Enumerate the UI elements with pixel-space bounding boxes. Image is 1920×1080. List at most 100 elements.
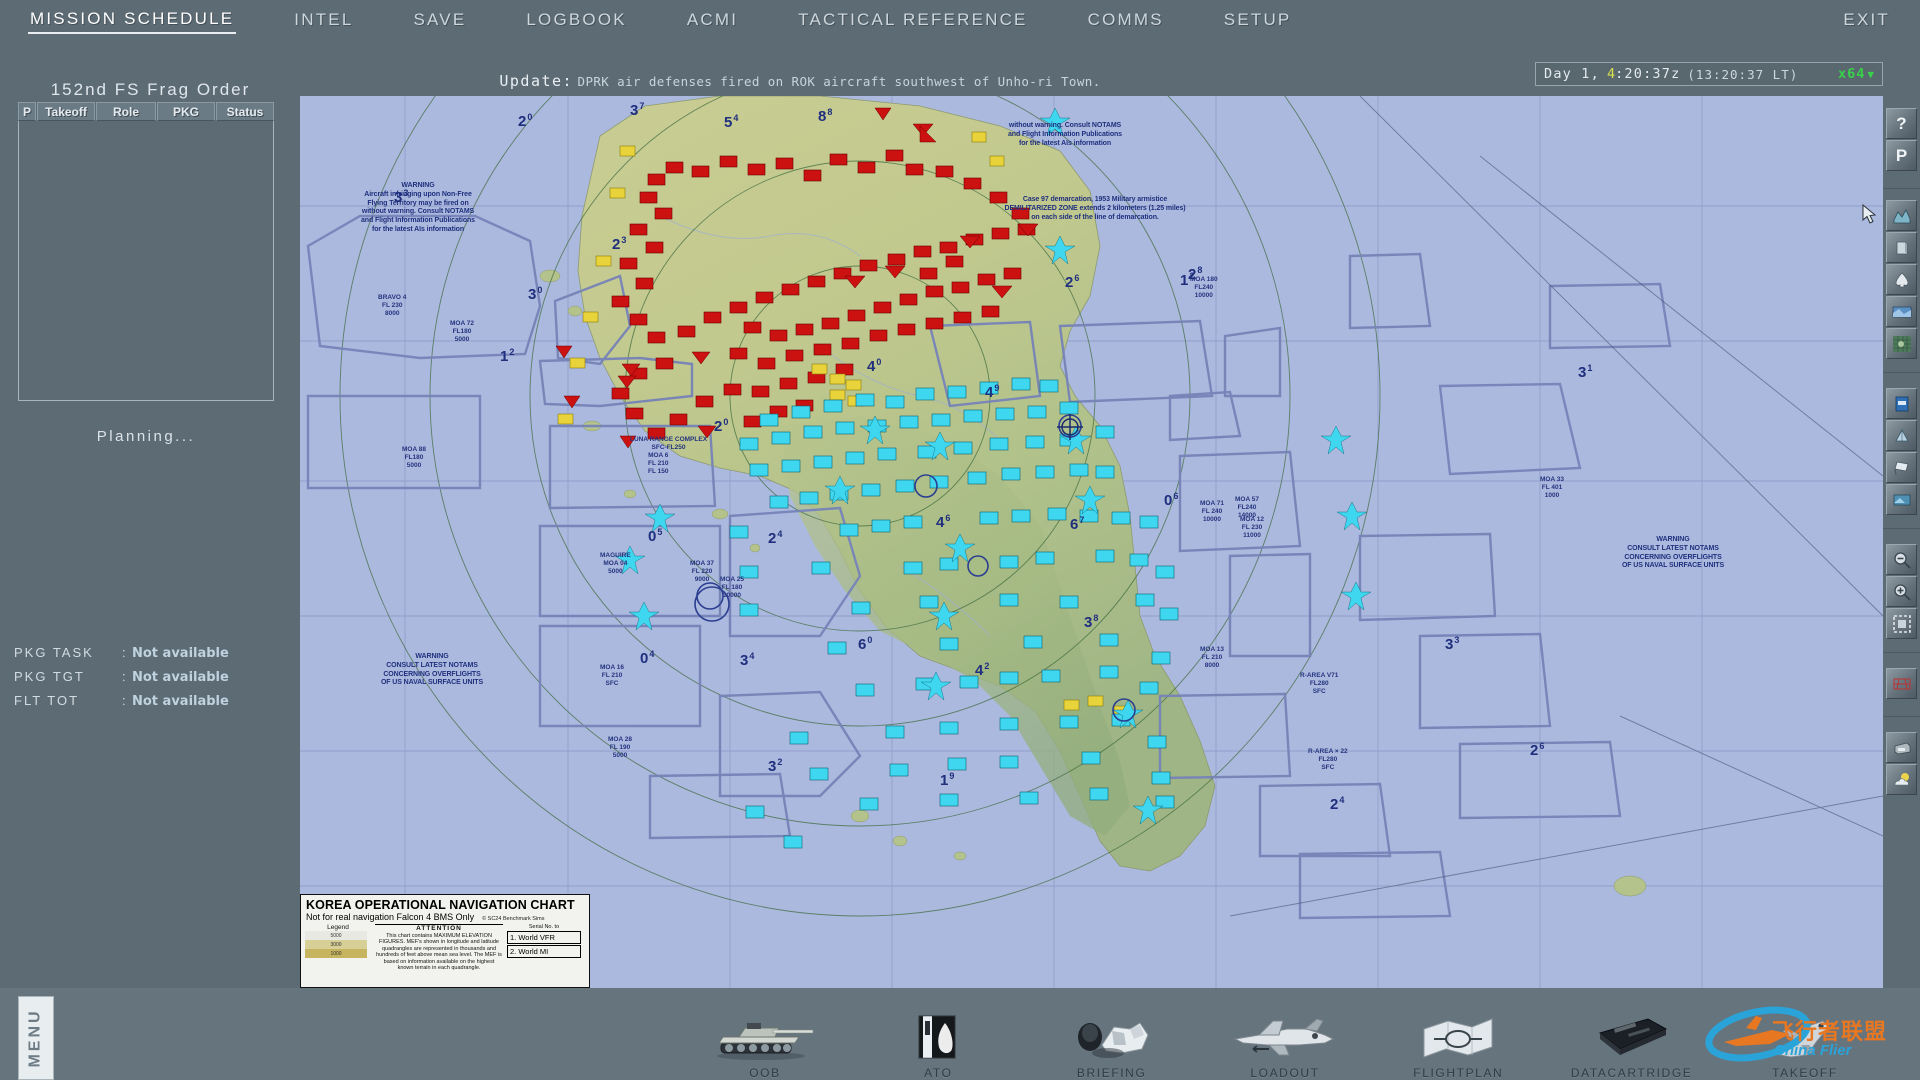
menu-exit[interactable]: EXIT [1841, 7, 1892, 33]
menu-comms[interactable]: COMMS [1086, 7, 1166, 33]
mef-thousands: 3 [1084, 614, 1093, 631]
ground-units-icon[interactable] [1886, 232, 1917, 263]
mef-thousands: 3 [630, 102, 639, 119]
threat-circles-icon[interactable] [1886, 420, 1917, 451]
elevation-swatch-5000: 5000 [305, 931, 367, 940]
menu-mission-schedule[interactable]: MISSION SCHEDULE [28, 6, 237, 34]
mef-label: 04 [640, 650, 654, 667]
jet-loadout-icon [1229, 1009, 1341, 1061]
weather-icon[interactable] [1886, 764, 1917, 795]
pause-icon[interactable]: P [1886, 140, 1917, 171]
top-menu-bar: MISSION SCHEDULE INTEL SAVE LOGBOOK ACMI… [0, 0, 1920, 40]
menu-acmi[interactable]: ACMI [685, 7, 740, 33]
mef-thousands: 4 [985, 384, 994, 401]
pkg-task-row: PKG TASK : Not available [14, 645, 294, 669]
column-header-takeoff[interactable]: Takeoff [37, 102, 95, 121]
oob-button[interactable]: OOB [690, 1009, 840, 1080]
column-header-status[interactable]: Status [216, 102, 274, 121]
mef-hundreds: 0 [876, 357, 882, 367]
mef-hundreds: 2 [984, 661, 990, 671]
menu-tactical-reference[interactable]: TACTICAL REFERENCE [796, 7, 1029, 33]
chevron-down-icon[interactable]: ▼ [1867, 68, 1874, 81]
menu-intel[interactable]: INTEL [292, 7, 355, 33]
menu-save[interactable]: SAVE [411, 7, 468, 33]
loadout-button[interactable]: LOADOUT [1210, 1009, 1360, 1080]
briefing-button[interactable]: BRIEFING [1037, 1009, 1187, 1080]
mef-label: 31 [1578, 364, 1592, 381]
chart-legend-card: KOREA OPERATIONAL NAVIGATION CHART Not f… [300, 894, 590, 988]
chart-attention-text: This chart contains MAXIMUM ELEVATION FI… [376, 932, 502, 972]
mef-label: 26 [1065, 274, 1079, 291]
zoom-out-icon[interactable] [1886, 544, 1917, 575]
pkg-task-label: PKG TASK [14, 645, 94, 660]
chart-serial-item-2[interactable]: 2. World MI [507, 945, 581, 958]
map-warning-note-2: without warning. Consult NOTAMS and Flig… [1008, 122, 1122, 147]
airspace-label: LUNA RANGE COMPLEX SFC-FL250 [630, 436, 708, 452]
mef-hundreds: 9 [949, 771, 955, 781]
mef-label: 20 [714, 418, 728, 435]
mef-thousands: 6 [858, 636, 867, 653]
flt-tot-value: Not available [132, 694, 229, 709]
airspace-label: MOA 16 FL 210 SFC [600, 664, 624, 688]
mef-hundreds: 0 [527, 112, 533, 122]
column-header-role[interactable]: Role [96, 102, 156, 121]
chart-legend-subtitle: Not for real navigation Falcon 4 BMS Onl… [306, 912, 475, 922]
zoom-in-icon[interactable] [1886, 576, 1917, 607]
printer-icon[interactable] [1886, 732, 1917, 763]
campaign-clock[interactable]: Day 1, 4 :20:37z (13:20:37 LT) x64 ▼ [1535, 62, 1883, 86]
briefing-label: BRIEFING [1076, 1066, 1147, 1080]
frag-order-list[interactable] [18, 121, 274, 401]
mef-hundreds: 6 [1173, 491, 1179, 501]
help-icon[interactable]: ? [1886, 108, 1917, 139]
mef-label: 46 [936, 514, 950, 531]
elevation-swatch-3000: 3000 [305, 940, 367, 949]
navaids-icon[interactable] [1886, 296, 1917, 327]
waypoint-flag-icon[interactable] [1886, 452, 1917, 483]
fit-view-icon[interactable] [1886, 608, 1917, 639]
mef-label: 12 [500, 347, 515, 365]
menu-tab-button[interactable]: MENU [18, 996, 54, 1080]
menu-setup[interactable]: SETUP [1222, 7, 1294, 33]
clock-local-time: (13:20:37 LT) [1687, 66, 1799, 82]
menu-logbook[interactable]: LOGBOOK [524, 7, 628, 33]
mef-label: 34 [740, 652, 754, 669]
column-header-pkg[interactable]: PKG [157, 102, 215, 121]
flightplan-button[interactable]: FLIGHTPLAN [1383, 1009, 1533, 1080]
chart-attention-title: ATTENTION [375, 924, 503, 933]
column-header-p[interactable]: P [18, 102, 36, 121]
mef-hundreds: 7 [1079, 515, 1085, 525]
mef-label: 42 [975, 661, 990, 679]
theater-map[interactable]: WARNING Aircraft infringing upon Non-Fre… [300, 96, 1883, 988]
grid-table-icon[interactable] [1886, 668, 1917, 699]
mef-hundreds: 8 [827, 107, 833, 117]
mef-label: 33 [1445, 635, 1460, 653]
pkg-tgt-value: Not available [132, 670, 229, 685]
terrain-map-icon[interactable] [1886, 200, 1917, 231]
ato-book-icon[interactable] [1886, 388, 1917, 419]
mef-thousands: 3 [1578, 364, 1587, 381]
mef-hundreds: 3 [1454, 635, 1460, 645]
mef-thousands: 6 [1070, 516, 1079, 533]
mef-thousands: 1 [940, 772, 949, 789]
chart-legend-label: Legend [327, 924, 349, 931]
ato-button[interactable]: ATO [863, 1009, 1013, 1080]
takeoff-button[interactable]: TAKEOFF [1730, 1009, 1880, 1080]
air-units-icon[interactable] [1886, 264, 1917, 295]
mef-thousands: 2 [1330, 796, 1339, 813]
datacartridge-icon [1590, 1009, 1674, 1061]
mef-label: 24 [1330, 796, 1344, 813]
flt-tot-row: FLT TOT : Not available [14, 693, 294, 717]
time-compression-value[interactable]: x64 [1838, 66, 1865, 82]
mef-hundreds: 2 [509, 347, 515, 357]
airspace-label: MOA 25 FL 180 10000 [720, 576, 744, 600]
datacartridge-button[interactable]: DATACARTRIDGE [1557, 1009, 1707, 1080]
pkg-task-colon: : [122, 645, 126, 660]
airspace-label: MOA 28 FL 190 5000 [608, 736, 632, 760]
grid-overlay-icon[interactable] [1886, 328, 1917, 359]
chart-serial-item-1[interactable]: 1. World VFR [507, 931, 581, 944]
mef-hundreds: 4 [733, 113, 739, 123]
airspace-label: MOA 72 FL180 5000 [450, 320, 474, 344]
radar-coverage-icon[interactable] [1886, 484, 1917, 515]
mef-label: 05 [648, 528, 662, 545]
mef-hundreds: 0 [537, 285, 543, 295]
